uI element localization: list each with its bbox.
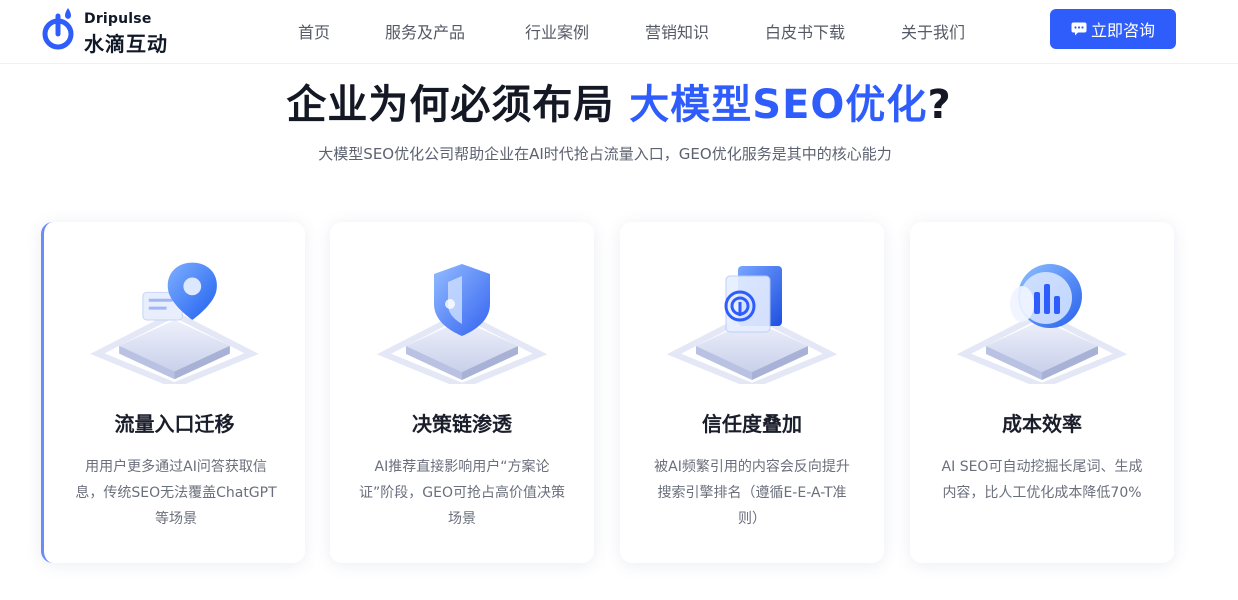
shield-icon xyxy=(376,264,548,384)
reason-card-cost[interactable]: 成本效率 AI SEO可自动挖掘长尾词、生成内容，比人工优化成本降低70% xyxy=(910,222,1174,563)
nav-item-whitepaper[interactable]: 白皮书下载 xyxy=(765,19,845,43)
nav-item-home[interactable]: 首页 xyxy=(298,19,330,43)
reason-card-decision[interactable]: 决策链渗透 AI推荐直接影响用户“方案论证”阶段，GEO可抢占高价值决策场景 xyxy=(330,222,594,563)
nav-item-services[interactable]: 服务及产品 xyxy=(385,19,465,43)
card-description: AI推荐直接影响用户“方案论证”阶段，GEO可抢占高价值决策场景 xyxy=(359,459,565,527)
card-description: 被AI频繁引用的内容会反向提升搜索引擎排名（遵循E-E-A-T准则） xyxy=(654,459,850,527)
consult-button[interactable]: 立即咨询 xyxy=(1050,9,1176,49)
title-end: ? xyxy=(927,82,952,128)
chart-disc-icon xyxy=(956,264,1128,384)
card-description: 用用户更多通过AI问答获取信息，传统SEO无法覆盖ChatGPT等场景 xyxy=(75,459,277,527)
logo[interactable]: Dripulse 水滴互动 xyxy=(40,6,210,56)
location-pin-icon xyxy=(90,262,259,384)
nav-item-cases[interactable]: 行业案例 xyxy=(525,19,589,43)
title-main: 企业为何必须布局 xyxy=(286,82,615,128)
page-title: 企业为何必须布局 大模型SEO优化? xyxy=(0,72,1238,130)
title-accent: 大模型SEO优化 xyxy=(629,82,928,128)
site-header: Dripulse 水滴互动 首页 服务及产品 行业案例 营销知识 白皮书下载 关… xyxy=(0,0,1238,64)
page-subtitle: 大模型SEO优化公司帮助企业在AI时代抢占流量入口，GEO优化服务是其中的核心能… xyxy=(318,145,892,163)
logo-en-text: Dripulse xyxy=(84,11,152,27)
card-title: 信任度叠加 xyxy=(702,412,802,436)
card-description: AI SEO可自动挖掘长尾词、生成内容，比人工优化成本降低70% xyxy=(941,459,1143,501)
logo-cn-text: 水滴互动 xyxy=(84,32,168,56)
water-drop-logo-icon xyxy=(42,8,74,50)
reason-card-traffic[interactable]: 流量入口迁移 用用户更多通过AI问答获取信息，传统SEO无法覆盖ChatGPT等… xyxy=(41,222,305,563)
nav-item-about[interactable]: 关于我们 xyxy=(901,19,965,43)
chat-icon xyxy=(1071,22,1087,36)
reason-card-trust[interactable]: 信任度叠加 被AI频繁引用的内容会反向提升搜索引擎排名（遵循E-E-A-T准则） xyxy=(620,222,884,563)
nav-item-marketing[interactable]: 营销知识 xyxy=(645,19,709,43)
card-title: 决策链渗透 xyxy=(412,412,512,436)
card-title: 流量入口迁移 xyxy=(114,412,235,436)
card-title: 成本效率 xyxy=(1002,412,1082,436)
fingerprint-icon xyxy=(666,266,838,384)
consult-button-label: 立即咨询 xyxy=(1090,21,1155,40)
